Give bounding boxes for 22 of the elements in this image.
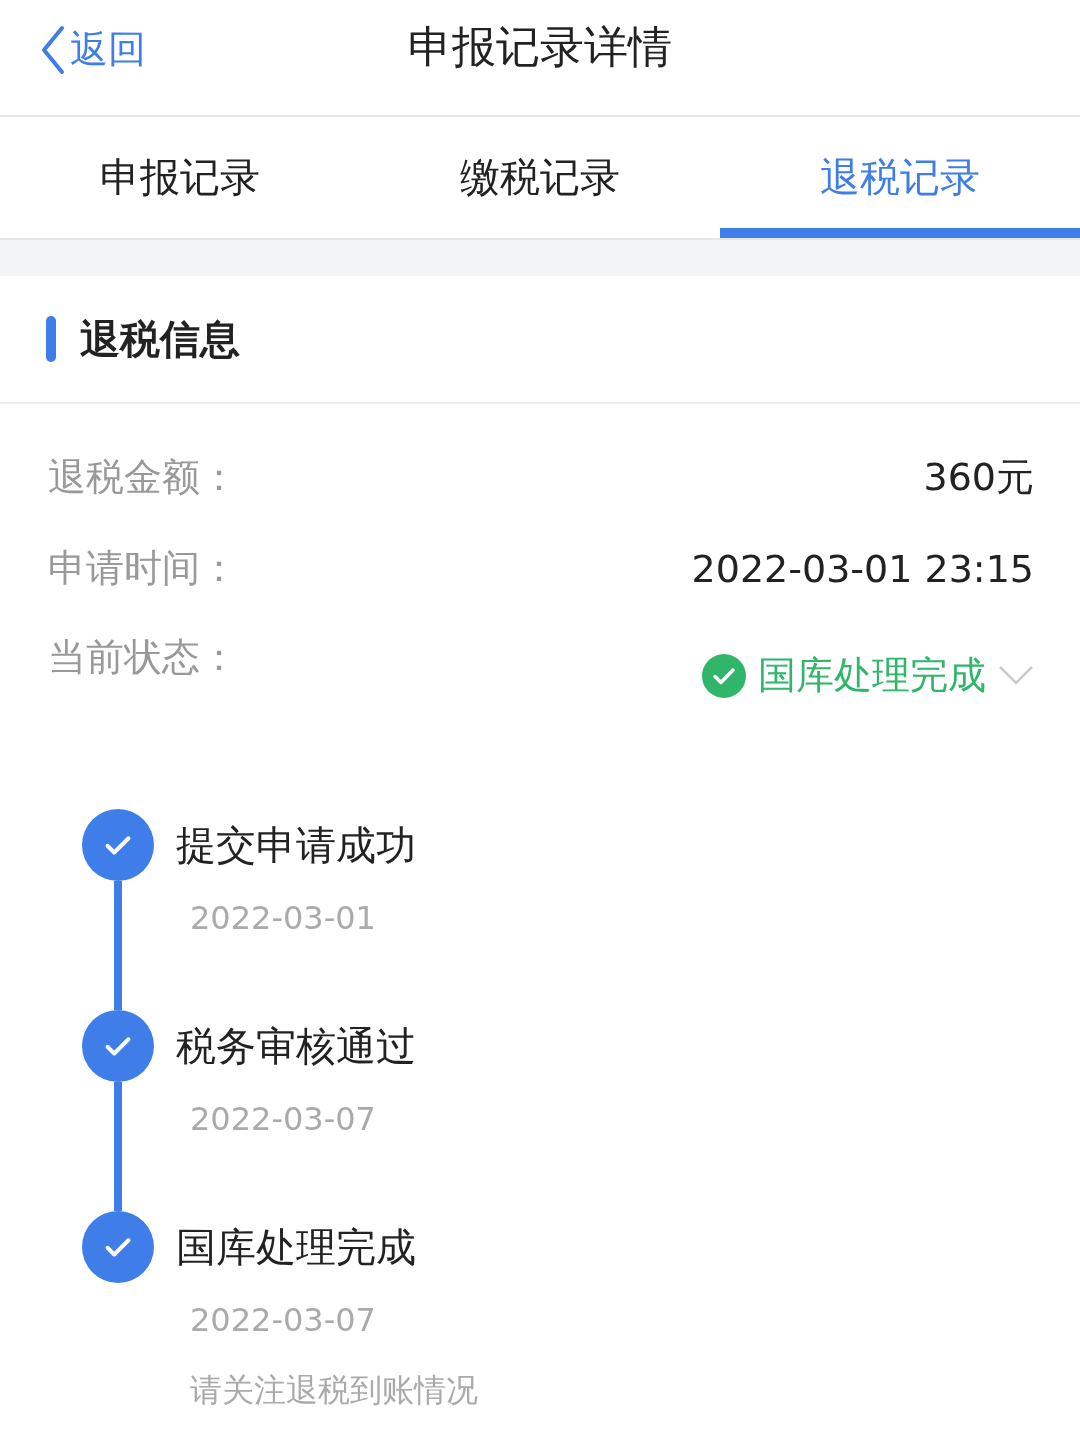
section-title: 退税信息: [80, 314, 240, 364]
step-date: 2022-03-07: [190, 1301, 377, 1339]
step-title: 提交申请成功: [176, 821, 416, 870]
status-text: 国库处理完成: [758, 652, 986, 699]
field-label: 申请时间：: [48, 545, 238, 592]
tab[interactable]: 申报记录: [0, 117, 360, 238]
field-label: 当前状态：: [48, 634, 238, 681]
field-value: 2022-03-01 23:15: [691, 546, 1034, 591]
page-title: 申报记录详情: [408, 20, 672, 74]
tab[interactable]: 缴税记录: [360, 117, 720, 238]
back-button[interactable]: 返回: [40, 24, 146, 75]
chevron-down-icon[interactable]: [998, 664, 1034, 687]
check-circle-icon: [702, 653, 746, 698]
field-value: 360元: [923, 454, 1034, 501]
step-date: 2022-03-01: [190, 899, 377, 937]
step-title: 税务审核通过: [176, 1022, 416, 1071]
chevron-left-icon: [40, 24, 66, 75]
section-marker: [46, 316, 56, 362]
step-note: 请关注退税到账情况: [190, 1370, 478, 1411]
step-title: 国库处理完成: [176, 1223, 417, 1272]
step-date: 2022-03-07: [190, 1100, 377, 1138]
field-label: 退税金额：: [48, 454, 238, 501]
